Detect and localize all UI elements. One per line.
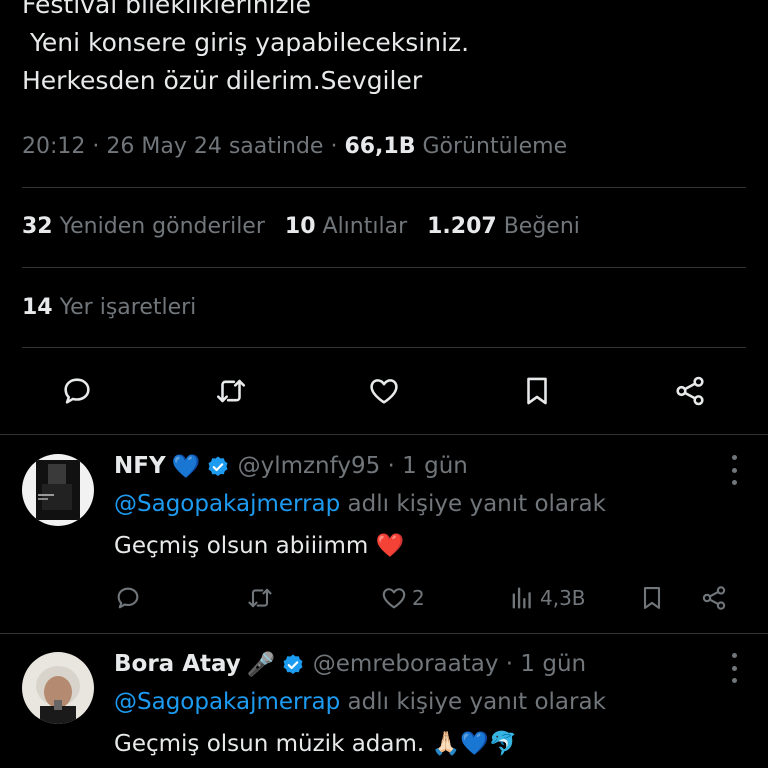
bookmark-icon [527,377,547,405]
more-button[interactable] [722,455,746,485]
reposts-label: Yeniden gönderiler [59,214,265,239]
avatar[interactable] [22,652,94,724]
quotes-label: Alıntılar [322,214,408,239]
reply-icon [117,587,139,609]
tweet-meta: 20:12 · 26 May 24 saatinde · 66,1B Görün… [22,134,567,159]
like-button[interactable] [360,367,408,415]
separator: · [85,134,107,159]
views-count: 66,1B [344,134,416,159]
views-label: Görüntüleme [422,134,568,159]
repost-icon [216,379,246,403]
reply-action-bar: 2 4,3B [114,580,746,616]
reply-text: Geçmiş olsun müzik adam. 🙏🏻💙🐬 [114,731,518,757]
bookmarks-count: 14 [22,295,53,320]
likes-label: Beğeni [503,214,580,239]
separator: · [380,453,403,479]
views-count: 4,3B [540,586,586,610]
reply-to-text: adlı kişiye yanıt olarak [340,689,606,715]
reply-time[interactable]: 1 gün [520,651,586,677]
divider [22,347,746,348]
reply-to-text: adlı kişiye yanıt olarak [340,491,606,517]
separator: · [323,134,345,159]
quotes-count: 10 [284,214,316,239]
tweet-text-line: Yeni konsere giriş yapabileceksiniz. [22,28,470,57]
heart-icon [370,379,398,404]
more-button[interactable] [722,653,746,683]
share-button[interactable] [666,367,714,415]
reply-text: Geçmiş olsun abiiimm ❤️ [114,533,405,559]
divider [22,267,746,268]
author-name[interactable]: NFY [114,453,166,479]
divider [0,434,768,435]
tweet-date[interactable]: 26 May 24 saatinde [106,134,323,159]
analytics-icon [512,587,531,609]
reply-to-line: @Sagopakajmerrap adlı kişiye yanıt olara… [114,491,606,517]
tweet-text-line: Festival bilekliklerinizle [22,0,311,19]
share-button[interactable] [700,580,728,616]
mention-link[interactable]: @Sagopakajmerrap [114,491,340,517]
heart-icon [382,588,406,609]
bookmarks-stat[interactable]: 14 Yer işaretleri [22,295,196,320]
repost-icon [248,588,272,608]
author-handle[interactable]: @emreboraatay [313,651,499,677]
repost-button[interactable] [207,367,255,415]
divider [0,633,768,634]
reposts-stat[interactable]: 32 Yeniden gönderiler [22,214,265,239]
avatar-image [22,454,94,526]
like-count: 2 [412,586,425,610]
blue-heart-emoji: 💙 [171,454,201,480]
tweet-time[interactable]: 20:12 [22,134,85,159]
reposts-count: 32 [22,214,53,239]
reply-time[interactable]: 1 gün [402,453,468,479]
tweet-stats: 32 Yeniden gönderiler 10 Alıntılar 1.207 B… [22,214,580,239]
tweet-text-line: Herkesden özür dilerim.Sevgiler [22,66,423,95]
reply-button[interactable] [114,580,142,616]
tweet-action-bar [0,367,768,415]
separator: · [498,651,521,677]
likes-stat[interactable]: 1.207 Beğeni [427,214,580,239]
likes-count: 1.207 [427,214,497,239]
verified-badge-icon [208,456,228,476]
divider [22,187,746,188]
mention-link[interactable]: @Sagopakajmerrap [114,689,340,715]
author-name[interactable]: Bora Atay [114,651,241,677]
bookmark-button[interactable] [638,580,666,616]
avatar-image [22,652,94,724]
like-button[interactable]: 2 [380,580,425,616]
reply-to-line: @Sagopakajmerrap adlı kişiye yanıt olara… [114,689,606,715]
tweet-text: Festival bilekliklerinizle Yeni konsere … [22,0,469,100]
reply-header: NFY 💙 @ylmznfy95 · 1 gün [114,453,468,480]
reply-icon [64,378,90,404]
share-icon [676,376,704,406]
share-icon [702,586,726,610]
reply-button[interactable] [53,367,101,415]
reply-header: Bora Atay 🎤 @emreboraatay · 1 gün [114,651,586,678]
microphone-emoji: 🎤 [246,652,276,678]
repost-button[interactable] [246,580,274,616]
avatar[interactable] [22,454,94,526]
views-button[interactable]: 4,3B [508,580,586,616]
verified-badge-icon [283,654,303,674]
bookmark-button[interactable] [513,367,561,415]
bookmark-icon [643,587,661,609]
bookmarks-label: Yer işaretleri [59,295,197,320]
quotes-stat[interactable]: 10 Alıntılar [285,214,407,239]
author-handle[interactable]: @ylmznfy95 [238,453,381,479]
